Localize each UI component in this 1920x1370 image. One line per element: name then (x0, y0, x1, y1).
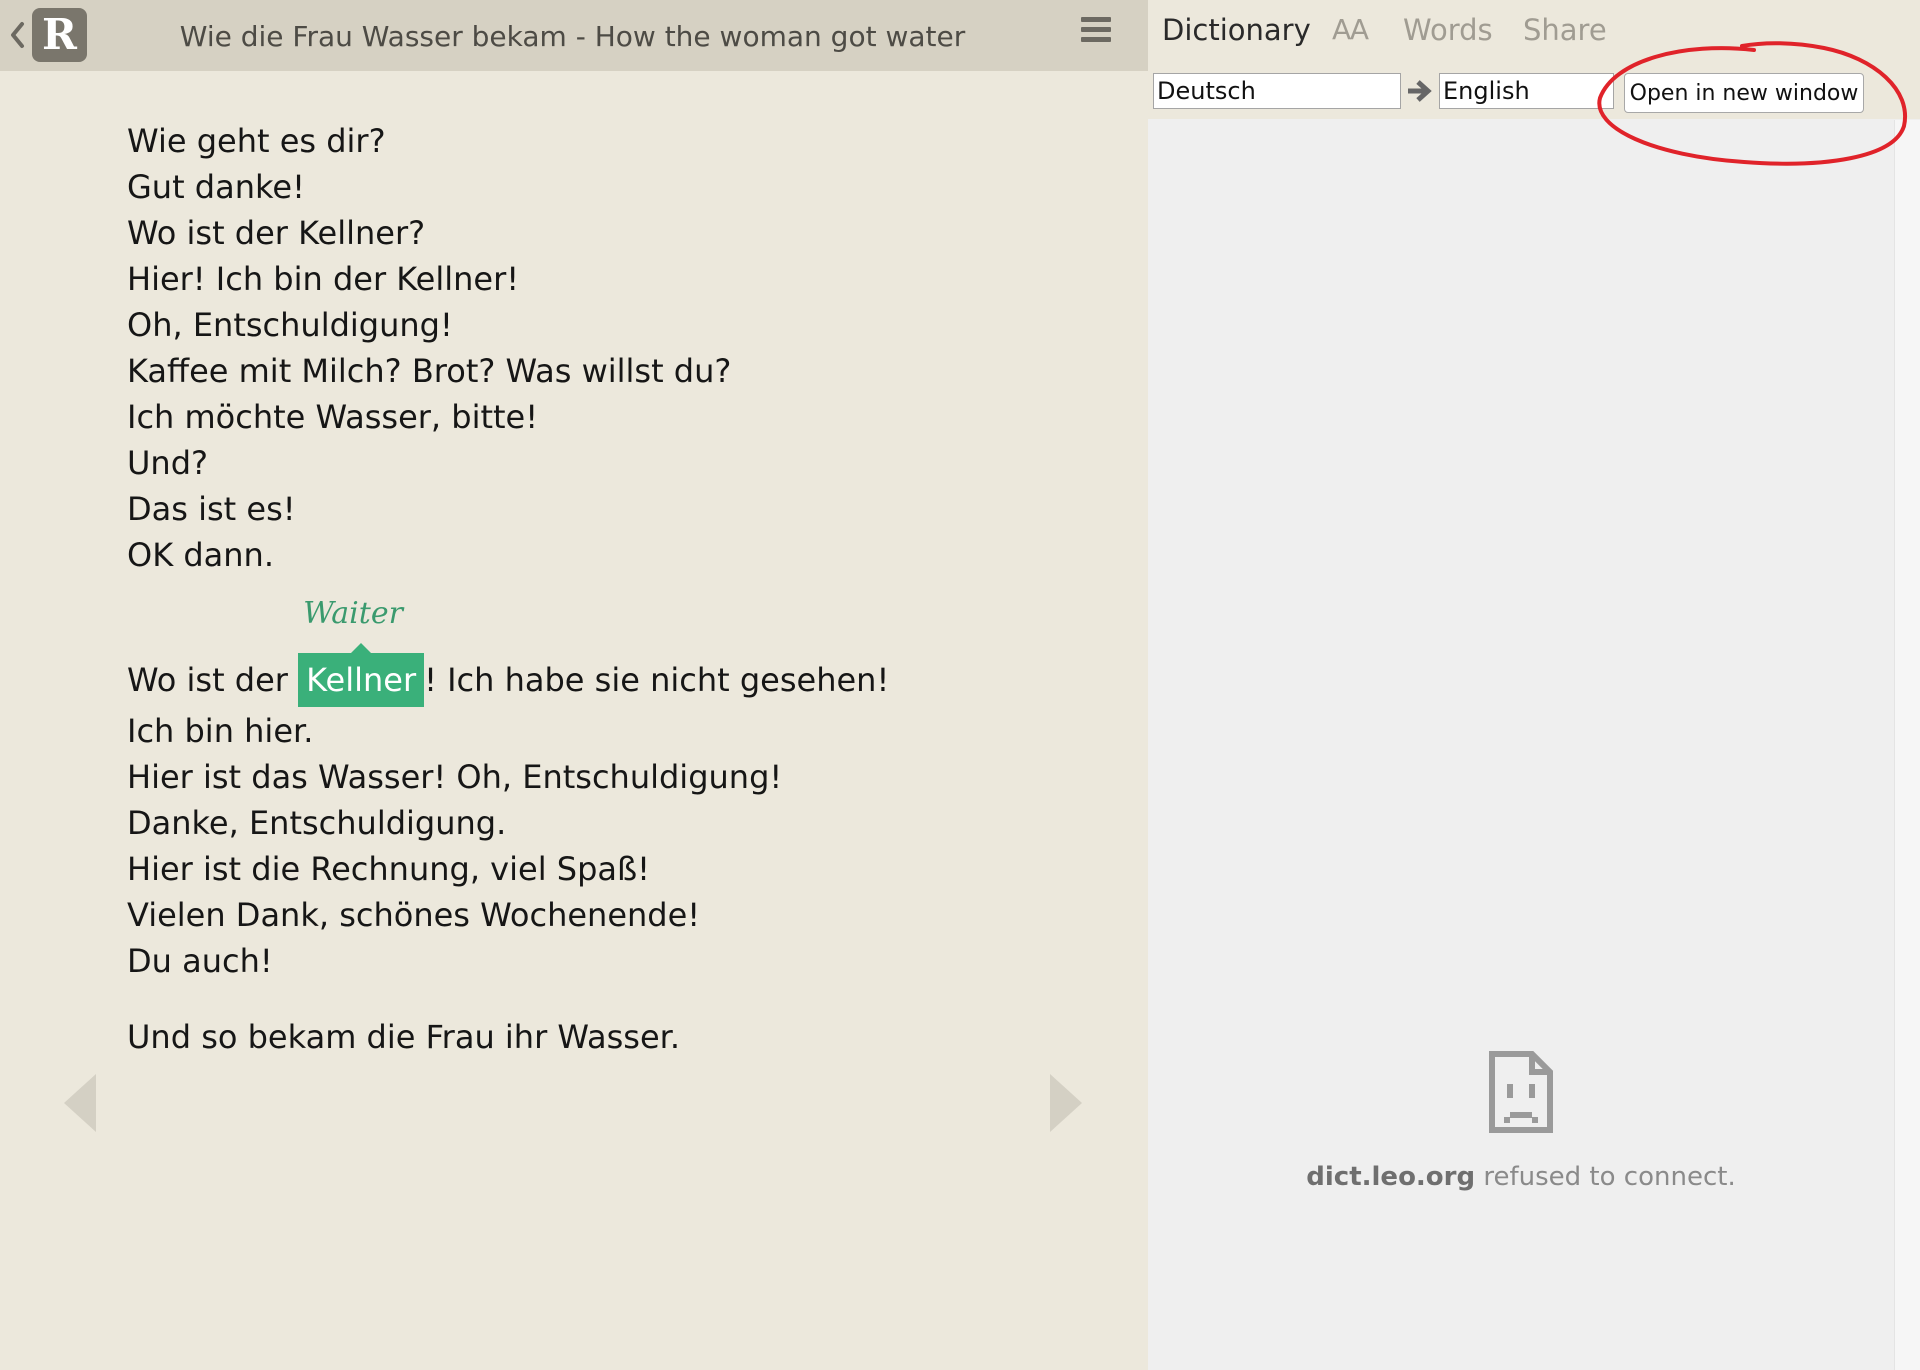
story-line[interactable]: Vielen Dank, schönes Wochenende! (127, 892, 1107, 938)
story-line[interactable]: Kaffee mit Milch? Brot? Was willst du? (127, 348, 1107, 394)
frame-error: dict.leo.org refused to connect. (1148, 1050, 1894, 1192)
story-closing-line[interactable]: Und so bekam die Frau ihr Wasser. (127, 1014, 1107, 1060)
selected-word[interactable]: Kellner (298, 643, 425, 707)
dictionary-pane: Dictionary AA Words Share Open in new wi… (1148, 0, 1920, 1370)
story-line[interactable]: Oh, Entschuldigung! (127, 302, 1107, 348)
story-line[interactable]: Wie geht es dir? (127, 118, 1107, 164)
story-line[interactable]: Das ist es! (127, 486, 1107, 532)
story-line[interactable]: Danke, Entschuldigung. (127, 800, 1107, 846)
story-line[interactable]: Ich möchte Wasser, bitte! (127, 394, 1107, 440)
app-logo[interactable]: R (32, 8, 87, 62)
reader-pane: R Wie die Frau Wasser bekam - How the wo… (0, 0, 1148, 1370)
arrow-right-icon (1408, 80, 1432, 102)
story-line[interactable]: Und? (127, 440, 1107, 486)
story-line[interactable]: Hier ist die Rechnung, viel Spaß! (127, 846, 1107, 892)
error-text-rest: refused to connect. (1475, 1162, 1736, 1192)
story-line[interactable]: Wo ist der Kellner? (127, 210, 1107, 256)
menu-icon[interactable] (1081, 17, 1111, 49)
story-line[interactable]: Hier ist das Wasser! Oh, Entschuldigung! (127, 754, 1107, 800)
tab-share[interactable]: Share (1523, 13, 1607, 47)
story-line[interactable]: Du auch! (127, 938, 1107, 984)
tab-font-size[interactable]: AA (1332, 13, 1369, 46)
tab-words[interactable]: Words (1403, 13, 1493, 47)
next-page-icon[interactable] (1048, 1072, 1084, 1134)
to-language-field[interactable] (1439, 73, 1614, 109)
from-language-field[interactable] (1153, 73, 1401, 109)
story-line[interactable]: OK dann. (127, 532, 1107, 578)
back-chevron-icon[interactable] (6, 18, 30, 52)
sentence-part[interactable]: ! Ich habe sie nicht gesehen! (424, 661, 889, 699)
error-message: dict.leo.org refused to connect. (1148, 1162, 1894, 1192)
dictionary-tabs: Dictionary AA Words Share (1148, 0, 1920, 71)
story-line[interactable]: Gut danke! (127, 164, 1107, 210)
error-host: dict.leo.org (1306, 1162, 1476, 1192)
prev-page-icon[interactable] (62, 1072, 98, 1134)
story-line[interactable]: Hier! Ich bin der Kellner! (127, 256, 1107, 302)
highlighted-sentence: Waiter Wo ist der Kellner! Ich habe sie … (127, 596, 1107, 708)
open-in-new-window-button[interactable]: Open in new window (1624, 73, 1864, 113)
language-bar: Open in new window (1148, 71, 1920, 119)
reader-topbar: R Wie die Frau Wasser bekam - How the wo… (0, 0, 1148, 71)
sad-document-icon (1489, 1051, 1553, 1133)
scrollbar[interactable] (1894, 120, 1920, 1370)
story-line[interactable]: Ich bin hier. (127, 708, 1107, 754)
sentence-part[interactable]: Wo ist der (127, 661, 298, 699)
tab-dictionary[interactable]: Dictionary (1162, 13, 1311, 47)
story-text: Wie geht es dir? Gut danke! Wo ist der K… (127, 118, 1107, 1060)
translation-tooltip: Waiter (303, 596, 403, 631)
book-title: Wie die Frau Wasser bekam - How the woma… (179, 20, 966, 53)
